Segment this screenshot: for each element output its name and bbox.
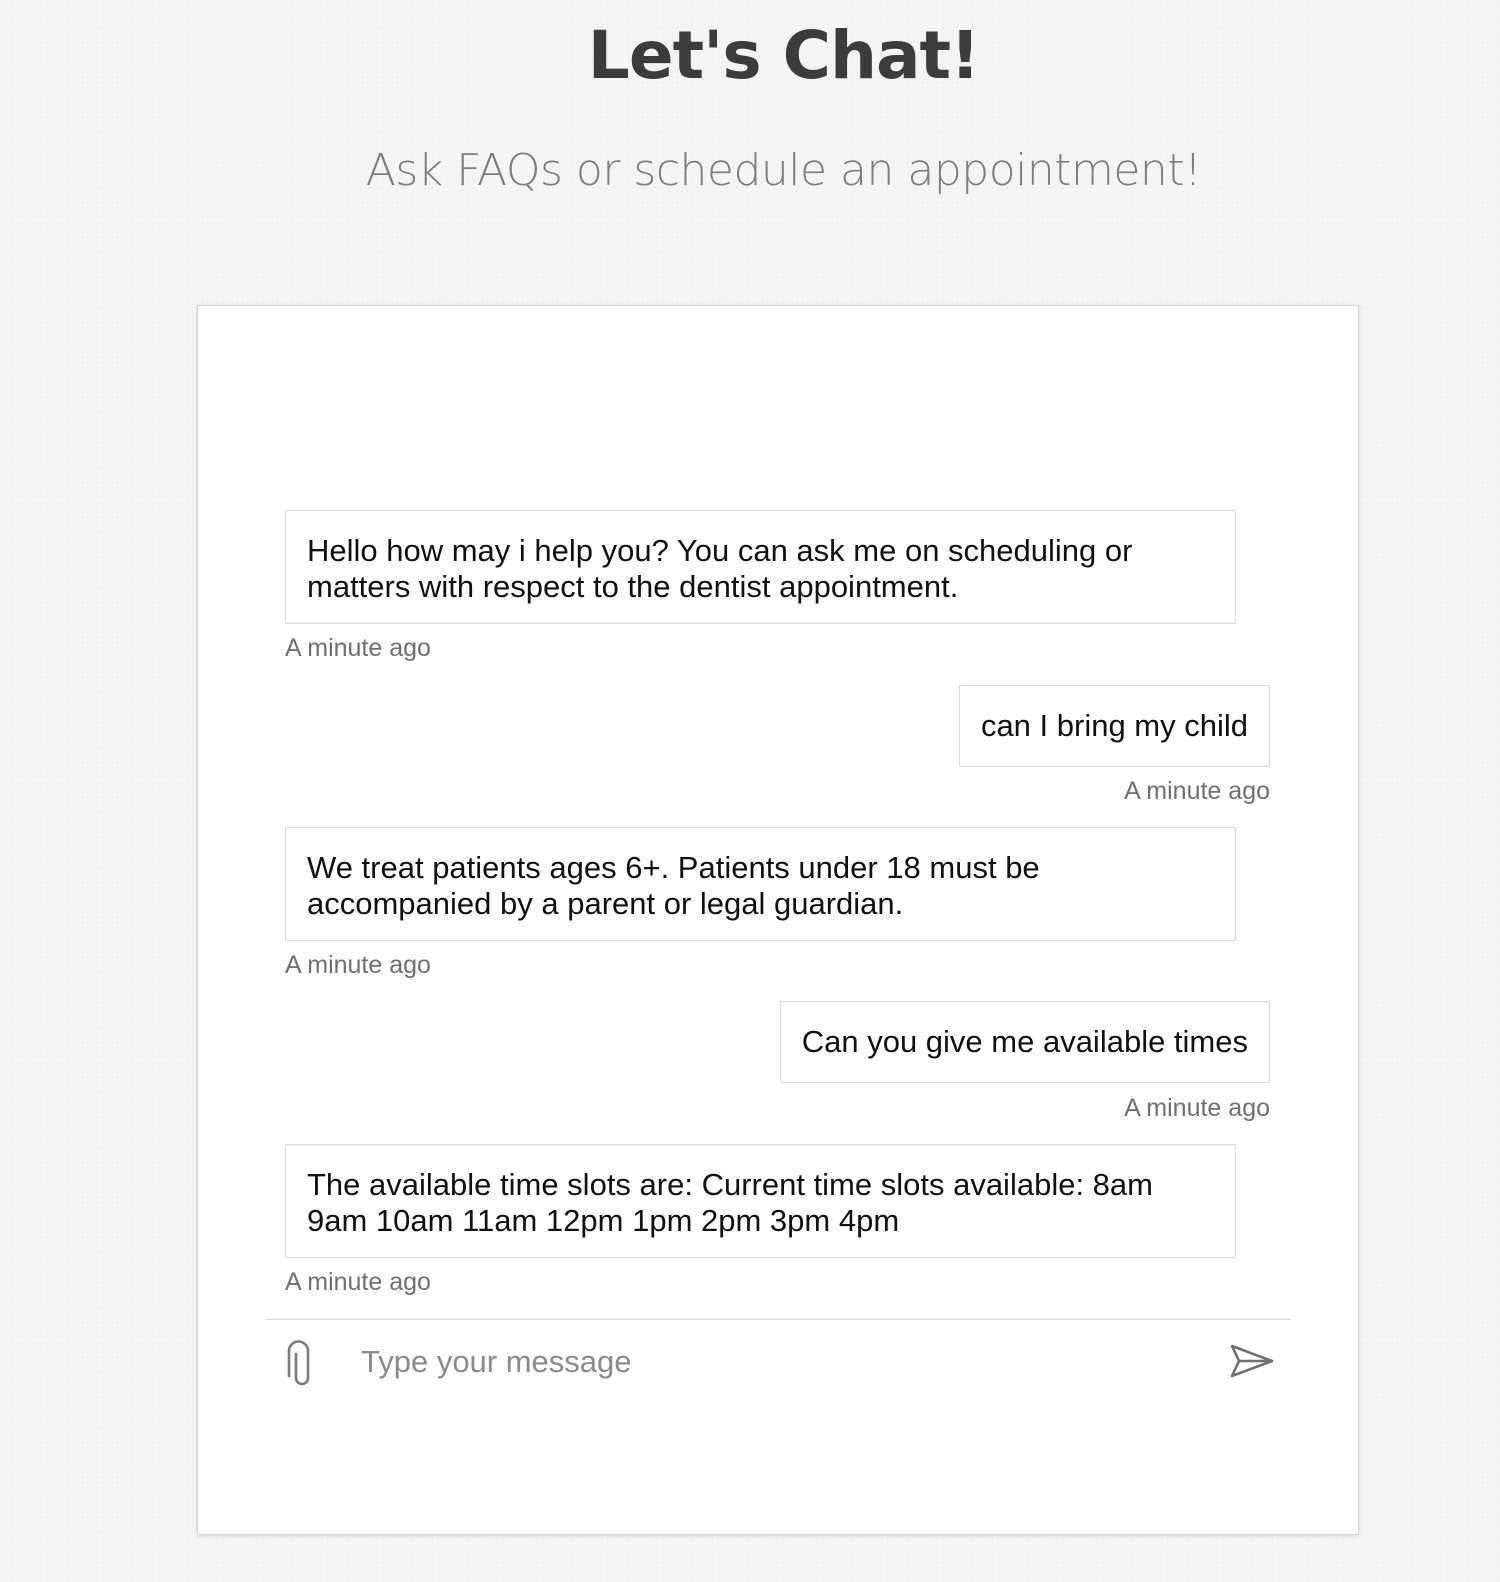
message-timestamp: A minute ago xyxy=(285,634,431,662)
bot-message: We treat patients ages 6+. Patients unde… xyxy=(285,827,1236,941)
send-icon[interactable] xyxy=(1229,1342,1275,1380)
message-timestamp: A minute ago xyxy=(285,1268,431,1296)
message-composer xyxy=(265,1319,1291,1410)
chat-window: Hello how may i help you? You can ask me… xyxy=(197,305,1359,1535)
paperclip-icon[interactable] xyxy=(287,1340,317,1390)
bot-message: The available time slots are: Current ti… xyxy=(285,1144,1236,1258)
message-timestamp: A minute ago xyxy=(285,951,431,979)
page-title: Let's Chat! xyxy=(587,17,980,94)
message-timestamp: A minute ago xyxy=(1124,777,1270,805)
message-timestamp: A minute ago xyxy=(1124,1094,1270,1122)
user-message: can I bring my child xyxy=(958,685,1270,767)
bot-message: Hello how may i help you? You can ask me… xyxy=(285,510,1236,624)
page-subtitle: Ask FAQs or schedule an appointment! xyxy=(365,145,1202,196)
message-input[interactable] xyxy=(361,1338,1201,1386)
user-message: Can you give me available times xyxy=(779,1001,1270,1083)
